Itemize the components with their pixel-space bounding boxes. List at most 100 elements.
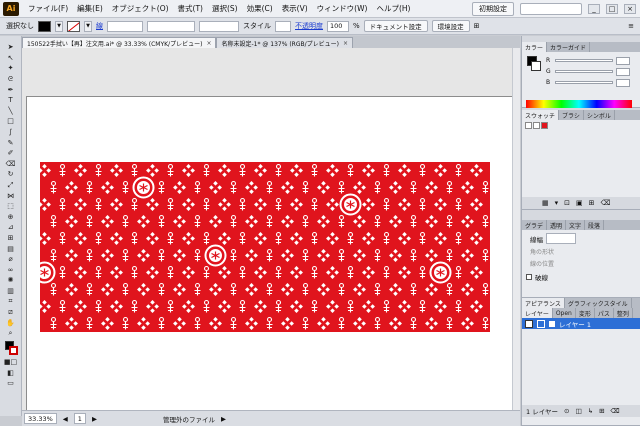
hand-tool-icon[interactable]: ✋ (3, 317, 19, 328)
free-transform-tool-icon[interactable]: ⬚ (3, 201, 19, 212)
drawing-mode-icon[interactable]: ◧ (3, 367, 19, 378)
graph-tool-icon[interactable]: ▥ (3, 286, 19, 297)
slice-tool-icon[interactable]: ⧄ (3, 307, 19, 318)
shape-builder-tool-icon[interactable]: ⊕ (3, 212, 19, 223)
rectangle-tool-icon[interactable]: □ (3, 116, 19, 127)
preferences-button[interactable]: 環境設定 (431, 20, 470, 32)
new-color-group-icon[interactable]: ▣ (576, 199, 583, 207)
menu-help[interactable]: ヘルプ(H) (376, 3, 410, 14)
color-mode-icon[interactable]: ■□ (3, 357, 19, 368)
menu-file[interactable]: ファイル(F) (28, 3, 68, 14)
tab-paragraph[interactable]: 段落 (585, 220, 605, 230)
tab-symbols[interactable]: シンボル (584, 110, 615, 120)
maximize-icon[interactable]: □ (606, 4, 618, 14)
variable-width-dropdown[interactable] (147, 20, 195, 32)
opacity-field[interactable]: 100 (327, 20, 349, 32)
stroke-dropdown-icon[interactable]: ▼ (84, 20, 92, 32)
zoom-field[interactable]: 33.33% (24, 413, 57, 424)
document-settings-button[interactable]: ドキュメント設定 (363, 20, 428, 32)
new-sublayer-icon[interactable]: ↳ (588, 407, 593, 415)
brush-dropdown[interactable] (199, 20, 239, 32)
vertical-scrollbar[interactable] (512, 48, 520, 410)
value-g[interactable] (616, 67, 630, 76)
selection-tool-icon[interactable]: ➤ (3, 42, 19, 53)
screen-mode-icon[interactable]: ▭ (3, 378, 19, 389)
scale-tool-icon[interactable]: ⤢ (3, 180, 19, 191)
delete-swatch-icon[interactable]: ⌫ (601, 199, 611, 207)
tab-brushes[interactable]: ブラシ (559, 110, 584, 120)
new-swatch-icon[interactable]: ⊞ (589, 199, 595, 207)
perspective-grid-tool-icon[interactable]: ⊿ (3, 222, 19, 233)
style-dropdown[interactable] (275, 20, 291, 32)
artboard-number-field[interactable]: 1 (73, 413, 86, 424)
tab-graphic-styles[interactable]: グラフィックスタイル (565, 298, 632, 308)
swatch-none[interactable] (525, 122, 532, 129)
width-tool-icon[interactable]: ⋈ (3, 190, 19, 201)
value-r[interactable] (616, 56, 630, 65)
brush-tool-icon[interactable]: ∫ (3, 127, 19, 138)
close-tab-icon[interactable]: × (206, 40, 211, 47)
type-tool-icon[interactable]: T (3, 95, 19, 106)
close-icon[interactable]: × (624, 4, 636, 14)
tab-open[interactable]: Open (553, 308, 576, 318)
swatch-kind-icon[interactable]: ▾ (555, 199, 559, 207)
lasso-tool-icon[interactable]: ᘓ (3, 74, 19, 85)
status-menu-icon[interactable]: ▶ (221, 415, 226, 423)
line-tool-icon[interactable]: ╲ (3, 106, 19, 117)
color-spectrum[interactable] (526, 100, 632, 108)
menu-view[interactable]: 表示(V) (282, 3, 308, 14)
value-b[interactable] (616, 78, 630, 87)
clipping-mask-icon[interactable]: ◫ (575, 407, 581, 415)
eraser-tool-icon[interactable]: ⌫ (3, 159, 19, 170)
fill-stroke-icon[interactable] (3, 339, 19, 357)
prev-artboard-icon[interactable]: ◀ (63, 415, 68, 423)
tab-swatches[interactable]: スウォッチ (522, 110, 560, 120)
minimize-icon[interactable]: _ (588, 4, 600, 14)
gradient-tool-icon[interactable]: ▤ (3, 243, 19, 254)
magic-wand-tool-icon[interactable]: ✦ (3, 63, 19, 74)
delete-layer-icon[interactable]: ⌫ (611, 407, 620, 415)
tab-document-1[interactable]: 150522手拭い【再】注文用.ai* @ 33.33% (CMYK/プレビュー… (22, 37, 217, 48)
symbol-sprayer-tool-icon[interactable]: ✺ (3, 275, 19, 286)
tab-document-2[interactable]: 名称未設定-1* @ 137% (RGB/プレビュー) × (216, 37, 353, 48)
eyedropper-tool-icon[interactable]: ⌀ (3, 254, 19, 265)
slider-g[interactable] (555, 70, 613, 73)
menu-window[interactable]: ウィンドウ(W) (317, 3, 368, 14)
help-search-input[interactable] (520, 3, 582, 15)
tab-gradient[interactable]: グラデ (522, 220, 548, 230)
swatch-red[interactable] (541, 122, 548, 129)
workspace-switcher[interactable]: 初期設定 (472, 2, 514, 16)
tab-layers[interactable]: レイヤー (522, 308, 553, 318)
menu-type[interactable]: 書式(T) (178, 3, 203, 14)
menu-edit[interactable]: 編集(E) (77, 3, 103, 14)
blend-tool-icon[interactable]: ∞ (3, 264, 19, 275)
stroke-weight-input[interactable] (546, 233, 576, 244)
stroke-weight-field[interactable] (107, 20, 143, 32)
swatch-library-icon[interactable]: ▦ (542, 199, 549, 207)
locate-object-icon[interactable]: ⊙ (564, 407, 569, 415)
lock-toggle-icon[interactable] (537, 319, 545, 328)
menu-effect[interactable]: 効果(C) (247, 3, 273, 14)
fill-swatch[interactable] (38, 20, 51, 32)
panel-menu-icon[interactable]: ≡ (628, 22, 634, 30)
zoom-tool-icon[interactable]: ⌕ (3, 328, 19, 339)
visibility-eye-icon[interactable] (525, 319, 533, 328)
dash-checkbox[interactable] (526, 274, 532, 280)
tab-align[interactable]: 整列 (614, 308, 633, 318)
artboard-tool-icon[interactable]: ⌗ (3, 296, 19, 307)
mesh-tool-icon[interactable]: ⊞ (3, 233, 19, 244)
tab-transform[interactable]: 変形 (576, 308, 595, 318)
opacity-link[interactable]: 不透明度 (295, 21, 323, 31)
rotate-tool-icon[interactable]: ↻ (3, 169, 19, 180)
canvas-area[interactable] (22, 48, 520, 410)
pencil-tool-icon[interactable]: ✎ (3, 137, 19, 148)
tab-transparency[interactable]: 透明 (547, 220, 567, 230)
tab-color-guide[interactable]: カラーガイド (547, 42, 591, 52)
close-tab-icon[interactable]: × (343, 40, 348, 47)
layer-name[interactable]: レイヤー 1 (559, 319, 591, 329)
tab-appearance[interactable]: アピアランス (522, 298, 565, 308)
slider-b[interactable] (555, 81, 613, 84)
stroke-swatch[interactable] (67, 20, 80, 32)
blob-brush-tool-icon[interactable]: ✐ (3, 148, 19, 159)
direct-selection-tool-icon[interactable]: ↖ (3, 53, 19, 64)
